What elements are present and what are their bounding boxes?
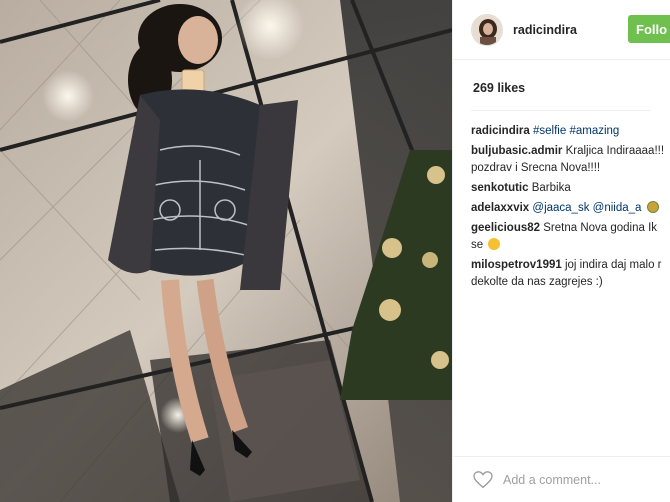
mention-link[interactable]: @niida_a xyxy=(593,202,642,214)
comment-text: Sretna Nova godina Ik xyxy=(543,222,658,234)
comment-text: Kraljica Indiraaaa!!! xyxy=(565,145,665,157)
caption: radicindira #selfie #amazing xyxy=(471,123,670,140)
likes-count[interactable]: 269 likes xyxy=(453,60,670,95)
comment-text-line: se xyxy=(471,237,670,254)
list-item: geelicious82 Sretna Nova godina Ik se xyxy=(471,220,670,254)
hashtag-link[interactable]: #selfie xyxy=(533,125,566,137)
follow-button[interactable]: Follo xyxy=(628,15,670,43)
list-item: buljubasic.admir Kraljica Indiraaaa!!! p… xyxy=(471,143,670,177)
face-emoji-icon xyxy=(488,238,501,250)
comment-username[interactable]: adelaxxvix xyxy=(471,202,529,214)
list-item: adelaxxvix @jaaca_sk @niida_a xyxy=(471,200,670,217)
add-comment-input[interactable] xyxy=(503,472,653,487)
post-header: radicindira Follo xyxy=(453,0,670,60)
comment-text: joj indira daj malo r xyxy=(564,259,662,271)
instagram-post: radicindira Follo 269 likes radicindira … xyxy=(0,0,670,502)
post-details-panel: radicindira Follo 269 likes radicindira … xyxy=(452,0,670,502)
comment-text: se xyxy=(471,239,484,251)
caption-username[interactable]: radicindira xyxy=(471,125,530,137)
mention-link[interactable]: @jaaca_sk xyxy=(532,202,589,214)
post-photo[interactable] xyxy=(0,0,452,502)
comment-username[interactable]: senkotutic xyxy=(471,182,529,194)
cat-face-emoji-icon xyxy=(646,201,659,213)
hashtag-link[interactable]: #amazing xyxy=(569,125,619,137)
heart-icon[interactable] xyxy=(473,470,493,489)
avatar[interactable] xyxy=(471,13,503,46)
comment-text: Barbika xyxy=(531,182,571,194)
comment-text: pozdrav i Srecna Nova!!!! xyxy=(471,162,601,174)
comment-username[interactable]: geelicious82 xyxy=(471,222,540,234)
avatar-image xyxy=(472,14,502,45)
comment-text: dekolte da nas zagrejes :) xyxy=(471,276,603,288)
list-item: milospetrov1991 joj indira daj malo r de… xyxy=(471,257,670,291)
comment-bar xyxy=(453,456,670,502)
comment-username[interactable]: buljubasic.admir xyxy=(471,145,562,157)
post-username[interactable]: radicindira xyxy=(513,23,577,37)
comments-list: radicindira #selfie #amazing buljubasic.… xyxy=(453,111,670,291)
mirror-selfie-image xyxy=(0,0,452,502)
list-item: senkotutic Barbika xyxy=(471,180,670,197)
comment-username[interactable]: milospetrov1991 xyxy=(471,259,562,271)
